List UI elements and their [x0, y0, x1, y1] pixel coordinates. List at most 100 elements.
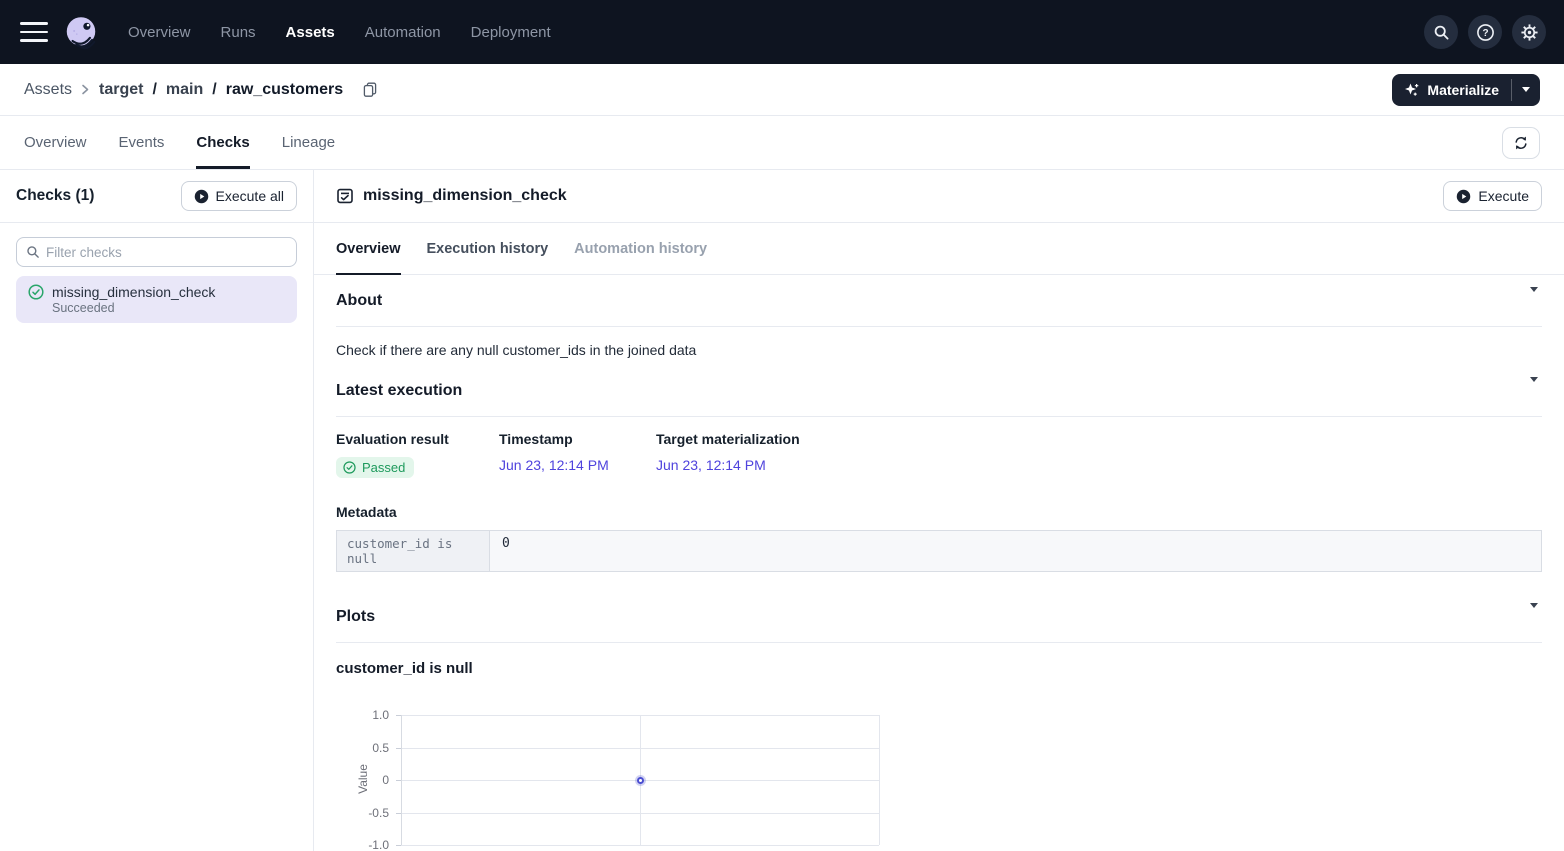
filter-checks-box: [16, 237, 297, 267]
y-tick-label: 0.5: [336, 741, 389, 755]
nav-runs[interactable]: Runs: [221, 24, 256, 41]
check-detail-tabs: Overview Execution history Automation hi…: [314, 223, 1564, 275]
tab-label: Execution history: [427, 241, 549, 257]
check-status: Succeeded: [52, 301, 285, 315]
breadcrumb-part-main[interactable]: main: [166, 81, 203, 99]
tab-execution-history[interactable]: Execution history: [427, 223, 549, 274]
collapse-latest-execution-button[interactable]: [1526, 378, 1542, 404]
copy-icon: [362, 81, 378, 98]
help-button[interactable]: ?: [1468, 15, 1502, 49]
help-icon: ?: [1476, 23, 1495, 42]
y-axis-line: [401, 715, 402, 845]
y-tick-label: -0.5: [336, 806, 389, 820]
check-list-item[interactable]: missing_dimension_check Succeeded: [16, 276, 297, 323]
checks-sidebar: Checks (1) Execute all m: [0, 170, 314, 851]
chevron-down-icon: [1530, 377, 1538, 399]
latest-execution-heading: Latest execution: [336, 382, 462, 400]
play-circle-icon: [194, 189, 209, 204]
latest-execution-section-header: Latest execution: [336, 365, 1542, 417]
materialize-dropdown-button[interactable]: [1512, 74, 1540, 106]
dagster-logo-icon[interactable]: [62, 12, 102, 52]
collapse-about-button[interactable]: [1526, 288, 1542, 314]
check-description: Check if there are any null customer_ids…: [336, 340, 1542, 360]
check-detail-body: About Check if there are any null custom…: [314, 275, 1564, 851]
breadcrumb: Assets target / main / raw_customers: [24, 81, 378, 99]
about-section-header: About: [336, 275, 1542, 327]
tab-label: Overview: [336, 241, 401, 257]
column-evaluation-result: Evaluation result: [336, 430, 499, 448]
collapse-plots-button[interactable]: [1526, 604, 1542, 630]
breadcrumb-slash: /: [212, 81, 216, 99]
tab-label: Lineage: [282, 134, 335, 151]
tab-check-overview[interactable]: Overview: [336, 223, 401, 274]
settings-button[interactable]: [1512, 15, 1546, 49]
metadata-table: customer_id is null 0: [336, 530, 1542, 572]
tab-label: Automation history: [574, 241, 707, 257]
tab-automation-history[interactable]: Automation history: [574, 223, 707, 274]
chevron-down-icon: [1530, 287, 1538, 309]
refresh-icon: [1513, 135, 1529, 151]
execute-all-button[interactable]: Execute all: [181, 181, 297, 211]
y-axis-tick: [396, 845, 401, 846]
plots-heading: Plots: [336, 608, 375, 626]
tab-events[interactable]: Events: [119, 116, 165, 169]
y-tick-label: 0: [336, 773, 389, 787]
target-materialization-link[interactable]: Jun 23, 12:14 PM: [656, 457, 766, 473]
materialize-split-button: Materialize: [1392, 74, 1540, 106]
search-icon: [26, 245, 40, 259]
play-circle-icon: [1456, 189, 1471, 204]
content-area: Checks (1) Execute all m: [0, 170, 1564, 851]
metadata-heading: Metadata: [336, 504, 1542, 520]
latest-execution-table: Evaluation result Timestamp Target mater…: [336, 430, 1542, 478]
plots-section-header: Plots: [336, 591, 1542, 643]
nav-assets[interactable]: Assets: [286, 24, 335, 41]
y-tick-label: -1.0: [336, 838, 389, 851]
gridline-vertical: [879, 715, 880, 845]
tab-lineage[interactable]: Lineage: [282, 116, 335, 169]
top-navigation-bar: Overview Runs Assets Automation Deployme…: [0, 0, 1564, 64]
copy-asset-key-button[interactable]: [362, 81, 378, 98]
nav-deployment[interactable]: Deployment: [471, 24, 551, 41]
passed-label: Passed: [362, 460, 405, 475]
filter-checks-input[interactable]: [46, 245, 287, 260]
chevron-right-icon: [81, 83, 90, 96]
materialize-button[interactable]: Materialize: [1392, 74, 1511, 106]
timestamp-link[interactable]: Jun 23, 12:14 PM: [499, 457, 609, 473]
column-target-materialization: Target materialization: [656, 430, 1542, 448]
tab-label: Overview: [24, 134, 87, 151]
data-point: [637, 777, 644, 784]
asset-actions: Materialize: [1392, 74, 1540, 106]
gear-icon: [1520, 23, 1539, 42]
nav-automation[interactable]: Automation: [365, 24, 441, 41]
tab-label: Events: [119, 134, 165, 151]
check-name: missing_dimension_check: [52, 284, 215, 300]
hamburger-menu-icon[interactable]: [20, 22, 48, 42]
breadcrumb-row: Assets target / main / raw_customers: [0, 64, 1564, 116]
breadcrumb-assets-link[interactable]: Assets: [24, 81, 72, 99]
asset-tabs: Overview Events Checks Lineage: [24, 116, 335, 169]
column-timestamp: Timestamp: [499, 430, 656, 448]
tab-checks[interactable]: Checks: [196, 116, 249, 169]
asset-tabs-row: Overview Events Checks Lineage: [0, 116, 1564, 170]
about-heading: About: [336, 292, 382, 310]
check-detail-panel: missing_dimension_check Execute Overview…: [314, 170, 1564, 851]
chevron-down-icon: [1522, 87, 1530, 92]
sparkle-icon: [1404, 82, 1420, 98]
check-success-icon: [28, 284, 44, 300]
tab-overview[interactable]: Overview: [24, 116, 87, 169]
nav-overview[interactable]: Overview: [128, 24, 191, 41]
primary-nav: Overview Runs Assets Automation Deployme…: [128, 24, 551, 41]
execute-button[interactable]: Execute: [1443, 181, 1542, 211]
check-success-icon: [343, 461, 356, 474]
materialize-label: Materialize: [1427, 82, 1499, 98]
breadcrumb-part-target[interactable]: target: [99, 81, 143, 99]
value-chart: Value1.00.50-0.5-1.0Jun 23, 12:14 PMJun …: [336, 707, 936, 851]
checks-count-title: Checks (1): [16, 187, 94, 205]
search-button[interactable]: [1424, 15, 1458, 49]
refresh-button[interactable]: [1502, 127, 1540, 159]
octopus-logo-icon: [62, 13, 100, 51]
execute-label: Execute: [1478, 188, 1529, 204]
passed-status-badge: Passed: [336, 457, 414, 478]
metadata-value-cell: 0: [490, 531, 1541, 571]
y-tick-label: 1.0: [336, 708, 389, 722]
